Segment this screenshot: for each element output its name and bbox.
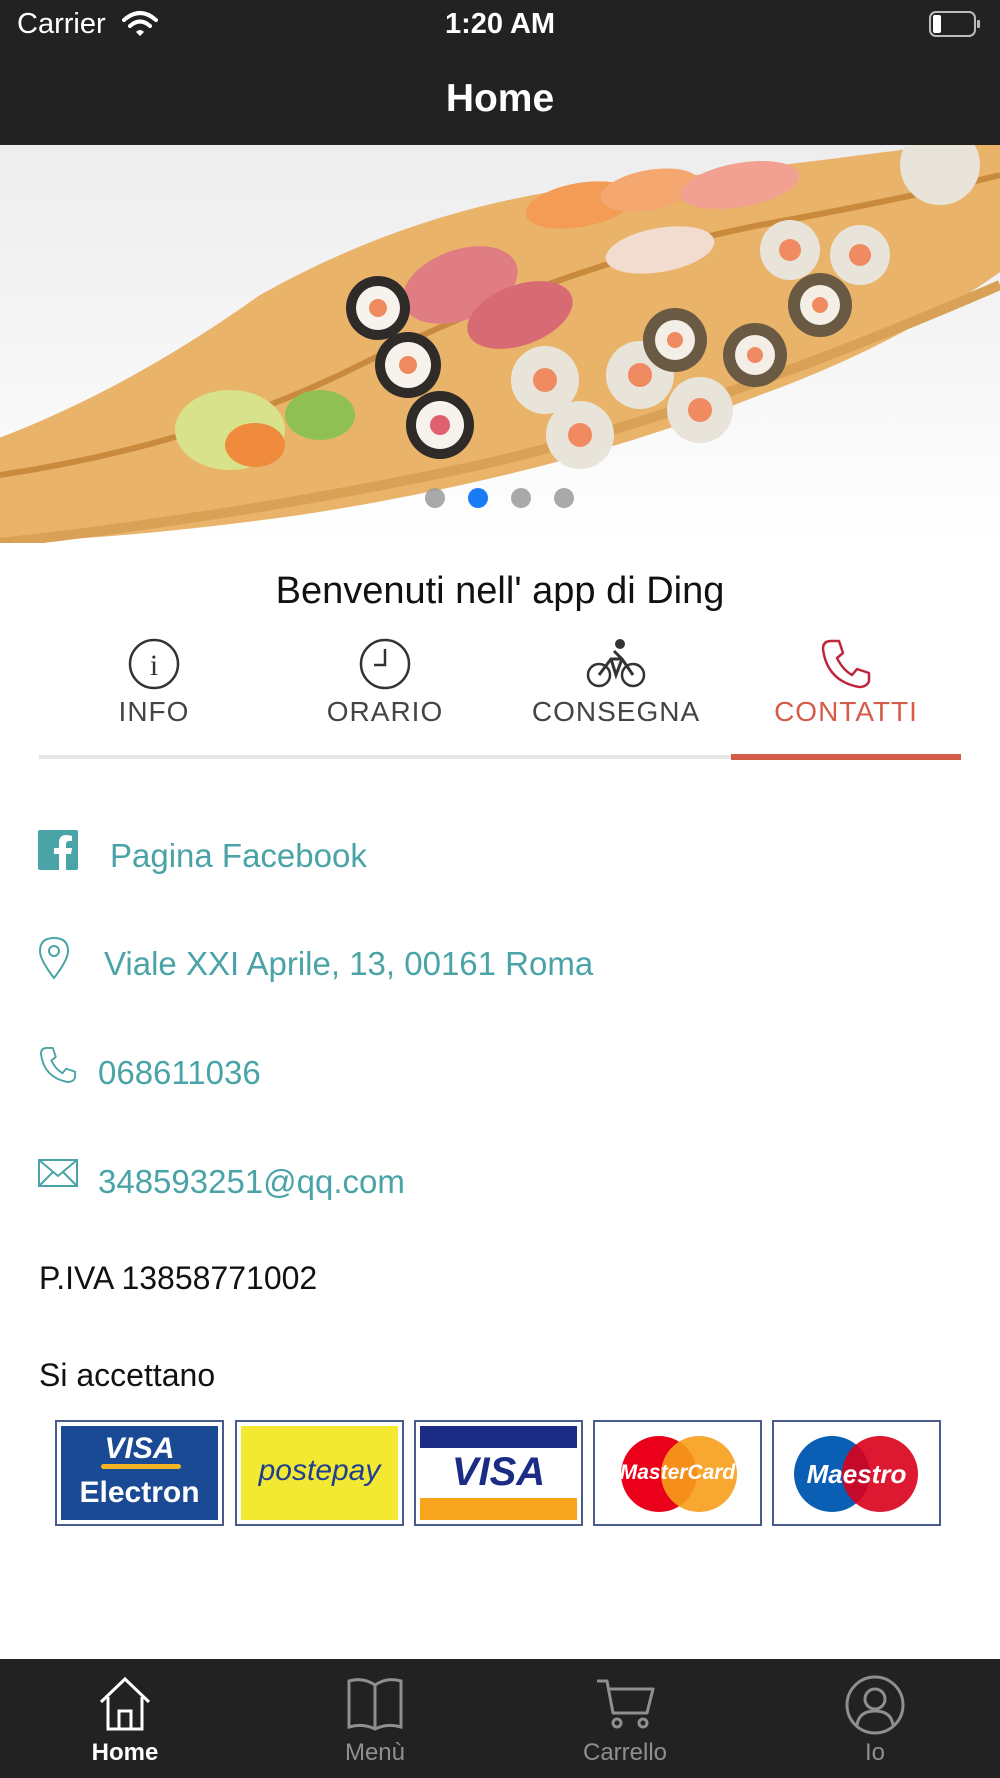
tabbar-item-profile[interactable]: Io [750, 1659, 1000, 1778]
accepted-payments-title: Si accettano [39, 1357, 216, 1393]
tabbar-item-home[interactable]: Home [0, 1659, 250, 1778]
bicycle-icon [586, 639, 646, 688]
tab-label: INFO [118, 696, 190, 727]
page-title: Home [445, 77, 555, 120]
info-icon: i [128, 638, 180, 690]
address-text[interactable]: Viale XXI Aprile, 13, 00161 Roma [104, 945, 593, 983]
email-address[interactable]: 348593251@qq.com [98, 1163, 405, 1201]
carousel-dot[interactable] [425, 488, 445, 508]
sushi-boat-image [0, 145, 1000, 543]
tabbar-item-menu[interactable]: Menù [250, 1659, 500, 1778]
tabbar-label: Menù [344, 1739, 406, 1766]
battery-icon [929, 11, 980, 37]
clock-time: 1:20 AM [444, 8, 556, 40]
facebook-link-text[interactable]: Pagina Facebook [110, 837, 367, 875]
tab-label: CONTATTI [774, 696, 918, 727]
navigation-bar: Home [0, 50, 1000, 145]
carousel-dot[interactable] [511, 488, 531, 508]
tab-consegna[interactable]: CONSEGNA [501, 630, 731, 756]
bottom-tab-bar: Home Menù Carrello Io [0, 1659, 1000, 1778]
hero-carousel[interactable] [0, 145, 1000, 543]
tabbar-label: Carrello [582, 1739, 668, 1766]
active-tab-indicator [731, 754, 961, 760]
tab-info[interactable]: i INFO [39, 630, 269, 756]
phone-link[interactable]: 068611036 [38, 1045, 958, 1105]
mail-icon [38, 1159, 78, 1187]
facebook-icon [38, 830, 78, 870]
address-link[interactable]: Viale XXI Aprile, 13, 00161 Roma [38, 936, 958, 996]
user-icon [845, 1675, 905, 1735]
carousel-dot[interactable] [554, 488, 574, 508]
screen: Carrier 1:20 AM Home Benvenuti nell' app… [0, 0, 1000, 1778]
tab-label: ORARIO [326, 696, 444, 727]
carousel-dot-active[interactable] [468, 488, 488, 508]
payment-methods: VISA Electron postepay VISA MasterCard M… [55, 1420, 945, 1526]
facebook-link[interactable]: Pagina Facebook [38, 828, 958, 888]
maestro-logo: Maestro [772, 1420, 941, 1526]
email-link[interactable]: 348593251@qq.com [38, 1153, 958, 1213]
tabbar-label: Io [864, 1739, 885, 1766]
clock-icon [359, 638, 411, 690]
tab-label: CONSEGNA [531, 696, 701, 727]
cart-icon [597, 1679, 655, 1729]
phone-icon [821, 639, 871, 689]
welcome-heading: Benvenuti nell' app di Ding [275, 570, 725, 612]
visa-electron-logo: VISA Electron [55, 1420, 224, 1526]
tab-orario[interactable]: ORARIO [270, 630, 500, 756]
status-bar: Carrier 1:20 AM [0, 0, 1000, 50]
vat-number: P.IVA 13858771002 [39, 1260, 318, 1296]
tabbar-label: Home [91, 1739, 159, 1766]
visa-logo: VISA [414, 1420, 583, 1526]
phone-icon [40, 1047, 76, 1083]
book-icon [347, 1678, 403, 1731]
home-icon [99, 1676, 151, 1731]
tabbar-item-cart[interactable]: Carrello [500, 1659, 750, 1778]
location-pin-icon [38, 936, 70, 980]
mastercard-logo: MasterCard [593, 1420, 762, 1526]
tab-contatti[interactable]: CONTATTI [731, 630, 961, 756]
phone-number[interactable]: 068611036 [98, 1054, 261, 1092]
info-tabs: i INFO ORARIO CONSEGNA CONTATTI [39, 630, 961, 760]
postepay-logo: postepay [235, 1420, 404, 1526]
svg-text:i: i [150, 649, 158, 682]
